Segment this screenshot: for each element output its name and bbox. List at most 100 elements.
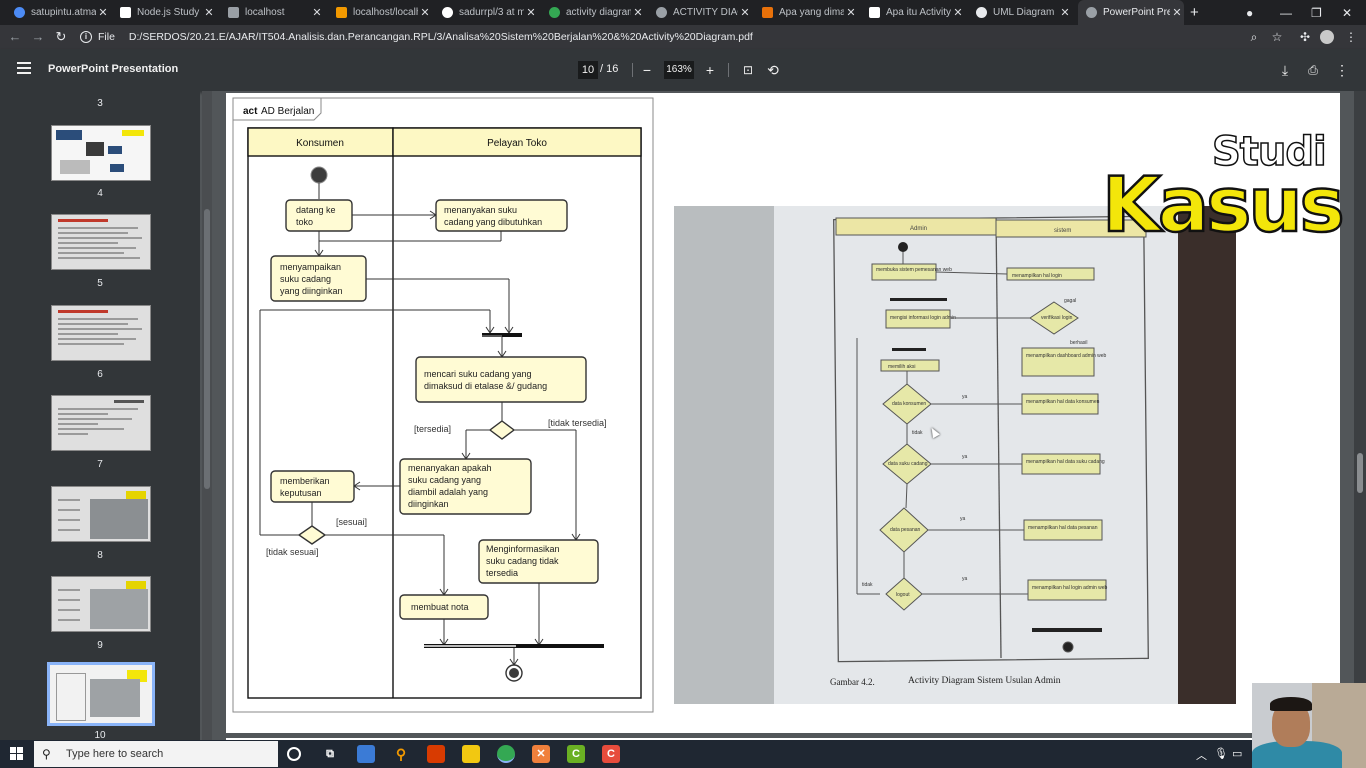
toolbar-divider xyxy=(728,63,729,77)
page-thumbnail-8[interactable] xyxy=(51,486,151,542)
close-tab-icon[interactable]: ✕ xyxy=(738,6,752,19)
browser-tab[interactable]: sadurrpl/3 at m ✕ xyxy=(442,0,538,25)
pdf-toolbar: PowerPoint Presentation 10 / 16 − 163% +… xyxy=(0,49,1366,91)
close-tab-icon[interactable]: ✕ xyxy=(202,6,216,19)
xampp-icon[interactable]: ✕ xyxy=(532,745,550,763)
url-scheme-label: File xyxy=(98,31,115,43)
textbook-photo: Admin sistem membuka sistem pemesanan we… xyxy=(674,206,1236,704)
close-tab-icon[interactable]: ✕ xyxy=(1058,6,1072,19)
avatar[interactable] xyxy=(1318,28,1336,46)
restore-icon[interactable]: ❐ xyxy=(1311,0,1322,25)
more-menu-icon[interactable]: ⋮ xyxy=(1342,28,1360,46)
close-tab-icon[interactable]: ✕ xyxy=(418,6,432,19)
thumbnail-page-number: 5 xyxy=(97,278,103,289)
browser-tab[interactable]: ACTIVITY DIAGR ✕ xyxy=(656,0,752,25)
app-c-icon[interactable]: C xyxy=(602,745,620,763)
browser-tab[interactable]: Apa itu Activity ✕ xyxy=(869,0,965,25)
app-icon[interactable] xyxy=(357,745,375,763)
url-text[interactable]: D:/SERDOS/20.21.E/AJAR/IT504.Analisis.da… xyxy=(129,31,753,43)
browser-tab[interactable]: activity diagram ✕ xyxy=(549,0,645,25)
bookmark-star-icon[interactable]: ☆ xyxy=(1268,28,1286,46)
close-tab-icon[interactable]: ✕ xyxy=(951,6,965,19)
hamburger-menu-icon[interactable] xyxy=(17,62,31,76)
windows-start-icon[interactable] xyxy=(10,747,24,761)
photo-diagram: Admin sistem membuka sistem pemesanan we… xyxy=(830,215,1149,687)
show-hidden-icons-icon[interactable]: ︿ xyxy=(1196,747,1207,763)
page-thumbnail-4[interactable] xyxy=(51,125,151,181)
profile-dot-icon[interactable]: ● xyxy=(1246,0,1253,25)
site-icon xyxy=(869,7,880,18)
office-icon[interactable] xyxy=(427,745,445,763)
tab-title: localhost xyxy=(245,7,285,18)
zoom-out-icon[interactable]: − xyxy=(638,61,656,79)
page-thumbnail-9[interactable] xyxy=(51,576,151,632)
browser-tab[interactable]: localhost/localh ✕ xyxy=(336,0,432,25)
thumbnail-sidebar: 3 4 5 6 7 8 9 10 xyxy=(0,91,200,740)
info-icon[interactable]: i xyxy=(80,31,92,43)
new-tab-button[interactable]: + xyxy=(1190,0,1204,25)
globe-icon xyxy=(14,7,25,18)
chrome-icon[interactable] xyxy=(497,745,515,763)
battery-icon[interactable]: ▭ xyxy=(1232,747,1242,760)
browser-tab[interactable]: Apa yang dimak ✕ xyxy=(762,0,858,25)
action-text: menanyakan apakah xyxy=(408,463,492,473)
action-text: tersedia xyxy=(486,568,518,578)
reload-icon[interactable]: ↻ xyxy=(52,28,70,46)
close-tab-icon[interactable]: ✕ xyxy=(844,6,858,19)
forward-arrow-icon[interactable]: → xyxy=(29,28,47,46)
zoom-level-input[interactable]: 163% xyxy=(664,61,694,79)
extensions-icon[interactable]: ✣ xyxy=(1296,28,1314,46)
action-text: diambil adalah yang xyxy=(408,487,488,497)
tab-title: Node.js Study | xyxy=(137,7,202,18)
page-thumbnail-6[interactable] xyxy=(51,305,151,361)
print-icon[interactable]: ⎙ xyxy=(1304,61,1322,79)
file-explorer-icon[interactable] xyxy=(462,745,480,763)
search-icon: ⚲ xyxy=(42,747,51,761)
browser-tab[interactable]: Node.js Study | ✕ xyxy=(120,0,216,25)
fit-page-icon[interactable]: ⊡ xyxy=(739,61,757,79)
close-window-icon[interactable]: ✕ xyxy=(1342,0,1352,25)
cortana-icon[interactable] xyxy=(287,747,301,761)
page-number-input[interactable]: 10 xyxy=(578,61,598,79)
page-total: / 16 xyxy=(600,63,619,75)
close-tab-icon[interactable]: ✕ xyxy=(631,6,645,19)
browser-tab[interactable]: localhost ✕ xyxy=(228,0,324,25)
photo-node-text: menampilkan hal data konsumen xyxy=(1026,399,1100,405)
action-text: suku cadang xyxy=(280,274,331,284)
lane-header-konsumen: Konsumen xyxy=(296,138,344,149)
lane-header-pelayan-toko: Pelayan Toko xyxy=(487,138,547,149)
rotate-icon[interactable]: ⟲ xyxy=(764,61,782,79)
decision-node-tersedia xyxy=(488,420,516,440)
camtasia-icon[interactable]: C xyxy=(567,745,585,763)
task-view-icon[interactable]: ⧉ xyxy=(321,745,339,763)
close-tab-icon[interactable]: ✕ xyxy=(96,6,110,19)
browser-tab[interactable]: satupintu.atmaj ✕ xyxy=(14,0,110,25)
omnibox[interactable]: i File D:/SERDOS/20.21.E/AJAR/IT504.Anal… xyxy=(80,27,1290,47)
action-text: diinginkan xyxy=(408,499,449,509)
close-tab-icon[interactable]: ✕ xyxy=(1170,6,1184,19)
windows-taskbar: ⚲ Type here to search ⧉ ⚲ ✕ C C ︿ 🎙 ▭ xyxy=(0,740,1366,768)
photo-node-text: menampilkan hal data pesanan xyxy=(1028,525,1098,531)
viewer-scrollbar[interactable] xyxy=(1354,91,1366,740)
search-app-icon[interactable]: ⚲ xyxy=(392,745,410,763)
microphone-icon[interactable]: 🎙 xyxy=(1214,747,1228,760)
browser-tab-active[interactable]: PowerPoint Pres ✕ xyxy=(1078,0,1184,25)
browser-tab[interactable]: UML Diagram : ✕ xyxy=(976,0,1072,25)
taskbar-search-input[interactable]: ⚲ Type here to search xyxy=(34,741,278,767)
tab-title: PowerPoint Pres xyxy=(1103,7,1170,18)
minimize-icon[interactable]: — xyxy=(1280,0,1292,25)
close-tab-icon[interactable]: ✕ xyxy=(310,6,324,19)
download-icon[interactable]: ⤓ xyxy=(1276,61,1294,79)
page-thumbnail-7[interactable] xyxy=(51,395,151,451)
page-thumbnail-5[interactable] xyxy=(51,214,151,270)
zoom-icon[interactable]: ⌕ xyxy=(1245,28,1263,46)
back-arrow-icon[interactable]: ← xyxy=(6,28,24,46)
zoom-in-icon[interactable]: + xyxy=(701,61,719,79)
sidebar-scrollbar[interactable] xyxy=(202,91,212,740)
page-thumbnail-10-selected[interactable] xyxy=(47,662,155,726)
close-tab-icon[interactable]: ✕ xyxy=(524,6,538,19)
photo-guard-text: ya xyxy=(962,576,968,582)
guard-label: [tidak sesuai] xyxy=(266,547,319,557)
photo-node-text: data pesanan xyxy=(890,527,921,533)
more-options-icon[interactable]: ⋮ xyxy=(1333,61,1351,79)
